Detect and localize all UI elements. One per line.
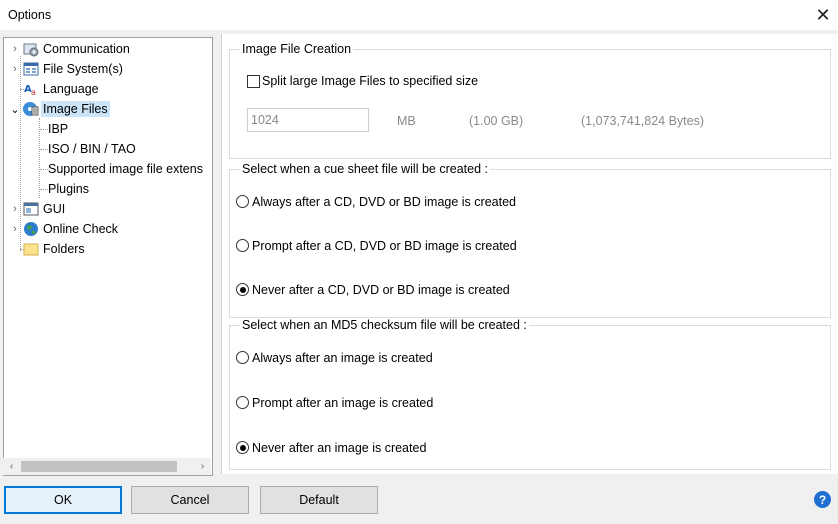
options-tree[interactable]: › Communication › File System(s) Aa Lang… [3,37,213,476]
size-gb: (1.00 GB) [469,114,524,128]
tree-item-image-files[interactable]: ⌄ Image Files [10,99,110,119]
scroll-left-icon[interactable]: ‹ [3,458,20,475]
tree-item-label: Image Files [41,101,110,117]
tree-item-label: Folders [43,242,85,256]
window-icon [23,201,39,217]
md5-always-radio[interactable] [236,351,249,364]
tree-item-label: GUI [43,202,66,216]
ok-button[interactable]: OK [4,486,122,514]
tree-item-label: File System(s) [43,62,123,76]
language-icon: Aa [23,81,39,97]
tree-item-supported-extensions[interactable]: Supported image file extens [46,159,205,179]
settings-panel: Image File Creation Split large Image Fi… [221,34,838,474]
network-settings-icon [23,41,39,57]
tree-item-label: Language [43,82,99,96]
split-checkbox-label[interactable]: Split large Image Files to specified siz… [262,74,478,88]
tree-item-online-check[interactable]: › Online Check [10,219,120,239]
scroll-right-icon[interactable]: › [194,458,211,475]
tree-item-plugins[interactable]: Plugins [46,179,91,199]
tree-item-ibp[interactable]: IBP [46,119,70,139]
tree-item-iso-bin-tao[interactable]: ISO / BIN / TAO [46,139,138,159]
tree-item-gui[interactable]: › GUI [10,199,67,219]
md5-never-radio[interactable] [236,441,249,454]
expand-chevron-icon[interactable]: › [10,223,20,235]
disc-image-icon [23,101,39,117]
cue-always-label[interactable]: Always after a CD, DVD or BD image is cr… [252,195,516,209]
tree-item-label: Online Check [43,222,119,236]
tree-item-label: Plugins [48,182,89,196]
filesystem-icon [23,61,39,77]
split-checkbox[interactable] [247,75,260,88]
cue-never-radio[interactable] [236,283,249,296]
help-icon[interactable]: ? [814,491,831,508]
tree-item-language[interactable]: Aa Language [10,79,101,99]
expand-chevron-icon[interactable]: › [10,63,20,75]
cue-prompt-label[interactable]: Prompt after a CD, DVD or BD image is cr… [252,239,517,253]
cue-prompt-radio[interactable] [236,239,249,252]
size-bytes: (1,073,741,824 Bytes) [581,114,704,128]
globe-icon [23,221,39,237]
cue-never-label[interactable]: Never after a CD, DVD or BD image is cre… [252,283,510,297]
tree-item-label: IBP [48,122,69,136]
cancel-button[interactable]: Cancel [131,486,249,514]
md5-prompt-radio[interactable] [236,396,249,409]
close-icon[interactable]: ✕ [808,0,838,30]
size-unit: MB [397,114,416,128]
tree-horizontal-scrollbar[interactable]: ‹ › [3,458,211,475]
expand-chevron-icon[interactable]: › [10,43,20,55]
cue-always-radio[interactable] [236,195,249,208]
collapse-chevron-icon[interactable]: ⌄ [10,103,20,116]
group-legend: Image File Creation [242,42,352,56]
default-button[interactable]: Default [260,486,378,514]
expand-chevron-icon[interactable]: › [10,203,20,215]
tree-item-communication[interactable]: › Communication [10,39,132,59]
tree-item-label: Communication [43,42,130,56]
tree-item-folders[interactable]: Folders [10,239,87,259]
split-size-input[interactable]: 1024 [247,108,369,132]
svg-text:a: a [31,88,36,97]
tree-item-label: Supported image file extens [48,162,203,176]
md5-never-label[interactable]: Never after an image is created [252,441,426,455]
tree-item-label: ISO / BIN / TAO [48,142,136,156]
folder-icon [23,241,39,257]
image-file-creation-group: Image File Creation [229,42,831,159]
title-bar: Options ✕ [0,0,838,30]
tree-item-file-systems[interactable]: › File System(s) [10,59,125,79]
window-title: Options [8,8,52,22]
group-legend: Select when a cue sheet file will be cre… [242,162,488,176]
group-legend: Select when an MD5 checksum file will be… [242,318,527,332]
scrollbar-thumb[interactable] [21,461,177,472]
md5-prompt-label[interactable]: Prompt after an image is created [252,396,433,410]
md5-always-label[interactable]: Always after an image is created [252,351,433,365]
